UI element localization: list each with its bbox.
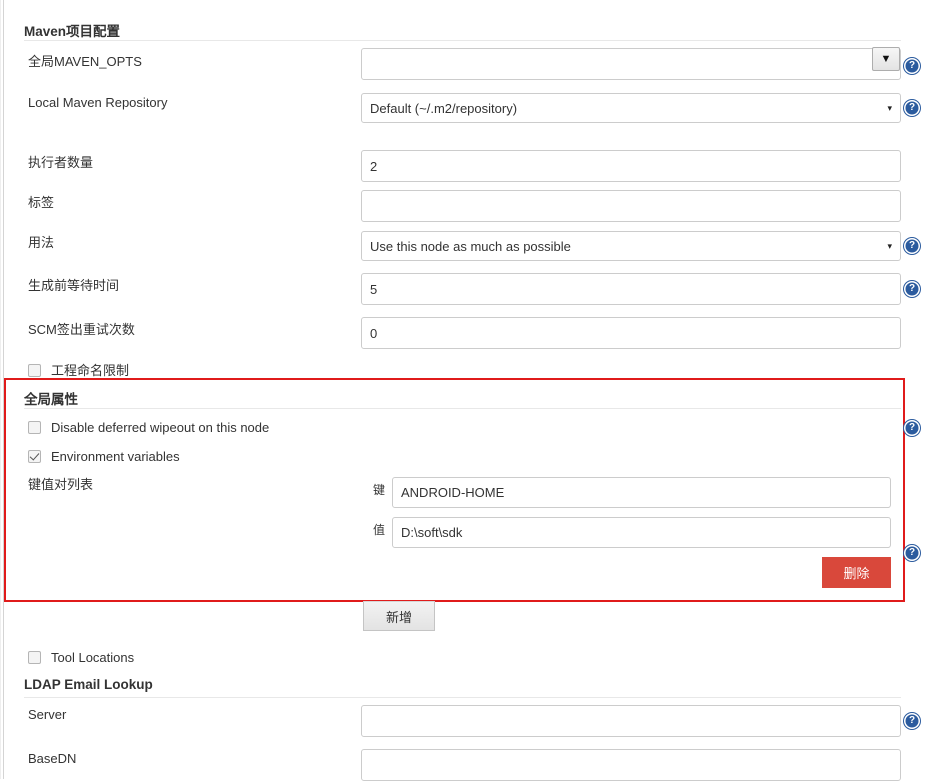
section-divider-maven	[24, 40, 901, 41]
checkbox-label-project-naming-strategy: 工程命名限制	[51, 360, 130, 380]
checkbox-tool-locations[interactable]	[28, 651, 41, 664]
delete-env-variable-button[interactable]: 删除	[822, 557, 891, 588]
section-title-ldap-email-lookup: LDAP Email Lookup	[24, 677, 153, 692]
section-divider-global-properties	[24, 408, 901, 409]
page-left-edge	[3, 0, 4, 779]
select-value-usage: Use this node as much as possible	[370, 238, 571, 254]
input-env-value[interactable]: D:\soft\sdk	[392, 517, 891, 548]
section-divider-ldap	[24, 697, 901, 698]
checkbox-row-environment-variables[interactable]: Environment variables	[28, 449, 180, 464]
checkbox-row-tool-locations[interactable]: Tool Locations	[28, 650, 134, 665]
help-icon-ldap-server[interactable]: ?	[904, 713, 920, 729]
dropdown-toggle-global-maven-opts[interactable]: ▼	[872, 47, 900, 71]
label-usage: 用法	[28, 235, 55, 250]
checkbox-row-disable-deferred-wipeout[interactable]: Disable deferred wipeout on this node	[28, 420, 269, 435]
caret-down-icon: ▼	[880, 53, 892, 65]
page-left-outer-edge	[0, 0, 1, 779]
label-key-value-pair-list: 键值对列表	[28, 477, 94, 492]
label-executor-count: 执行者数量	[28, 155, 94, 170]
select-local-maven-repository[interactable]: Default (~/.m2/repository) ▾	[361, 93, 901, 123]
label-ldap-basedn: BaseDN	[28, 751, 77, 766]
select-value-local-maven-repository: Default (~/.m2/repository)	[370, 100, 518, 116]
section-title-maven: Maven项目配置	[24, 24, 121, 39]
label-scm-checkout-retry-count: SCM签出重试次数	[28, 322, 135, 337]
input-ldap-server[interactable]	[361, 705, 901, 737]
section-title-global-properties: 全局属性	[24, 392, 78, 407]
help-icon-usage[interactable]: ?	[904, 238, 920, 254]
input-global-maven-opts[interactable]	[361, 48, 901, 80]
label-labels: 标签	[28, 195, 55, 210]
chevron-down-icon: ▾	[887, 240, 892, 251]
checkbox-label-tool-locations: Tool Locations	[51, 650, 135, 665]
label-key: 键	[373, 483, 386, 497]
help-icon-build-wait-time[interactable]: ?	[904, 281, 920, 297]
help-icon-local-maven-repository[interactable]: ?	[904, 100, 920, 116]
label-global-maven-opts: 全局MAVEN_OPTS	[28, 54, 142, 69]
checkbox-environment-variables[interactable]	[28, 450, 41, 463]
input-build-wait-time[interactable]: 5	[361, 273, 901, 305]
add-env-variable-button[interactable]: 新增	[363, 601, 435, 631]
input-ldap-basedn[interactable]	[361, 749, 901, 781]
chevron-down-icon: ▾	[887, 102, 892, 113]
select-usage[interactable]: Use this node as much as possible ▾	[361, 231, 901, 261]
label-build-wait-time: 生成前等待时间	[28, 278, 120, 293]
label-ldap-server: Server	[28, 707, 67, 722]
settings-page: Maven项目配置 全局MAVEN_OPTS ▼ ? Local Maven R…	[0, 0, 932, 781]
help-icon-global-maven-opts[interactable]: ?	[904, 58, 920, 74]
label-local-maven-repository: Local Maven Repository	[28, 95, 168, 110]
checkbox-label-environment-variables: Environment variables	[51, 449, 180, 464]
checkbox-label-disable-deferred-wipeout: Disable deferred wipeout on this node	[51, 420, 270, 435]
checkbox-disable-deferred-wipeout[interactable]	[28, 421, 41, 434]
help-icon-disable-deferred-wipeout[interactable]: ?	[904, 420, 920, 436]
help-icon-environment-variables[interactable]: ?	[904, 545, 920, 561]
input-labels[interactable]	[361, 190, 901, 222]
label-value: 值	[373, 523, 386, 537]
input-scm-checkout-retry-count[interactable]: 0	[361, 317, 901, 349]
input-executor-count[interactable]: 2	[361, 150, 901, 182]
checkbox-row-project-naming-strategy[interactable]: 工程命名限制	[28, 360, 130, 380]
checkbox-project-naming-strategy[interactable]	[28, 363, 41, 377]
input-env-key[interactable]: ANDROID-HOME	[392, 477, 891, 508]
